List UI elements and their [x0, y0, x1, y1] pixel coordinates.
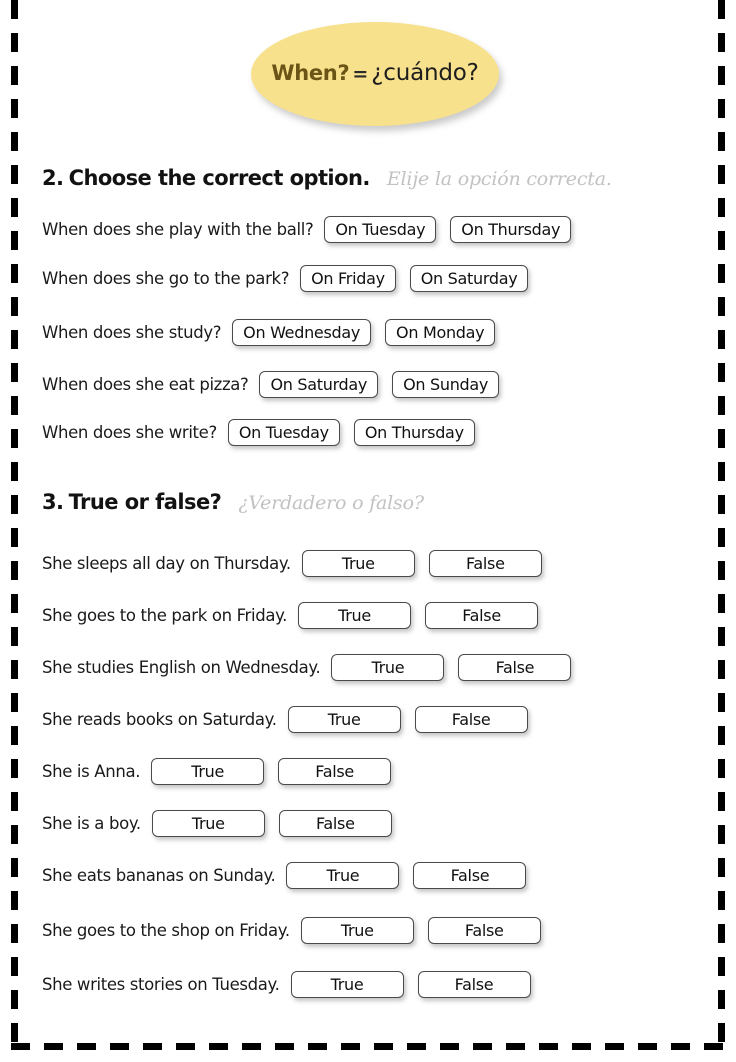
option-button[interactable]: On Tuesday	[324, 216, 437, 243]
true-button[interactable]: True	[151, 758, 265, 785]
option-button[interactable]: On Tuesday	[227, 419, 340, 446]
page-border-right-dashed	[718, 0, 725, 1052]
section-2-subtitle: Elije la opción correcta.	[386, 168, 612, 190]
option-button[interactable]: On Thursday	[450, 216, 572, 243]
statement-text: She goes to the shop on Friday.	[42, 921, 290, 940]
false-button[interactable]: False	[458, 654, 572, 681]
true-button[interactable]: True	[290, 971, 404, 998]
exercise-row: She sleeps all day on Thursday. True Fal…	[42, 550, 542, 577]
exercise-row: When does she write? On Tuesday On Thurs…	[42, 419, 475, 446]
option-button[interactable]: On Sunday	[392, 371, 500, 398]
false-button[interactable]: False	[428, 550, 542, 577]
statement-text: She studies English on Wednesday.	[42, 658, 321, 677]
exercise-row: When does she play with the ball? On Tue…	[42, 216, 572, 243]
question-text: When does she eat pizza?	[42, 375, 249, 394]
false-button[interactable]: False	[413, 862, 527, 889]
section-3-heading: 3. True or false? ¿Verdadero o falso?	[42, 490, 424, 514]
exercise-row: She goes to the park on Friday. True Fal…	[42, 602, 539, 629]
exercise-row: When does she go to the park? On Friday …	[42, 265, 529, 292]
exercise-row: When does she study? On Wednesday On Mon…	[42, 319, 496, 346]
option-button[interactable]: On Thursday	[353, 419, 475, 446]
true-button[interactable]: True	[298, 602, 412, 629]
exercise-row: She eats bananas on Sunday. True False	[42, 862, 527, 889]
section-3-title: True or false?	[68, 490, 222, 514]
true-button[interactable]: True	[301, 550, 415, 577]
question-text: When does she play with the ball?	[42, 220, 314, 239]
page-border-bottom-dashed	[11, 1043, 725, 1050]
exercise-row: She goes to the shop on Friday. True Fal…	[42, 917, 541, 944]
statement-text: She is a boy.	[42, 814, 141, 833]
exercise-row: She is a boy. True False	[42, 810, 392, 837]
exercise-row: She writes stories on Tuesday. True Fals…	[42, 971, 531, 998]
statement-text: She reads books on Saturday.	[42, 710, 277, 729]
exercise-row: When does she eat pizza? On Saturday On …	[42, 371, 500, 398]
exercise-row: She studies English on Wednesday. True F…	[42, 654, 572, 681]
section-3-subtitle: ¿Verdadero o falso?	[238, 492, 424, 514]
true-button[interactable]: True	[331, 654, 445, 681]
false-button[interactable]: False	[425, 602, 539, 629]
statement-text: She sleeps all day on Thursday.	[42, 554, 291, 573]
question-text: When does she study?	[42, 323, 222, 342]
true-button[interactable]: True	[300, 917, 414, 944]
page-border-left-dashed	[11, 0, 18, 1052]
option-button[interactable]: On Wednesday	[232, 319, 372, 346]
true-button[interactable]: True	[151, 810, 265, 837]
statement-text: She is Anna.	[42, 762, 141, 781]
false-button[interactable]: False	[278, 810, 392, 837]
false-button[interactable]: False	[427, 917, 541, 944]
option-button[interactable]: On Saturday	[409, 265, 529, 292]
statement-text: She eats bananas on Sunday.	[42, 866, 276, 885]
false-button[interactable]: False	[417, 971, 531, 998]
section-3-number: 3.	[42, 490, 64, 514]
option-button[interactable]: On Friday	[300, 265, 396, 292]
title-line: When? = ¿cuándo?	[271, 59, 479, 86]
option-button[interactable]: On Saturday	[259, 371, 379, 398]
worksheet-page: When? = ¿cuándo? 2. Choose the correct opt…	[0, 0, 736, 1062]
exercise-row: She is Anna. True False	[42, 758, 392, 785]
title-english: When?	[271, 60, 350, 85]
question-text: When does she go to the park?	[42, 269, 290, 288]
exercise-row: She reads books on Saturday. True False	[42, 706, 528, 733]
true-button[interactable]: True	[287, 706, 401, 733]
section-2-number: 2.	[42, 166, 64, 190]
title-equals-sign: =	[352, 62, 369, 85]
title-spanish: ¿cuándo?	[371, 59, 479, 86]
section-2-title: Choose the correct option.	[68, 166, 371, 190]
title-bubble: When? = ¿cuándo?	[251, 22, 499, 126]
false-button[interactable]: False	[278, 758, 392, 785]
false-button[interactable]: False	[414, 706, 528, 733]
title-bubble-wrap: When? = ¿cuándo?	[251, 22, 499, 130]
section-2-heading: 2. Choose the correct option. Elije la o…	[42, 166, 612, 190]
question-text: When does she write?	[42, 423, 217, 442]
statement-text: She writes stories on Tuesday.	[42, 975, 280, 994]
true-button[interactable]: True	[286, 862, 400, 889]
option-button[interactable]: On Monday	[385, 319, 496, 346]
statement-text: She goes to the park on Friday.	[42, 606, 288, 625]
